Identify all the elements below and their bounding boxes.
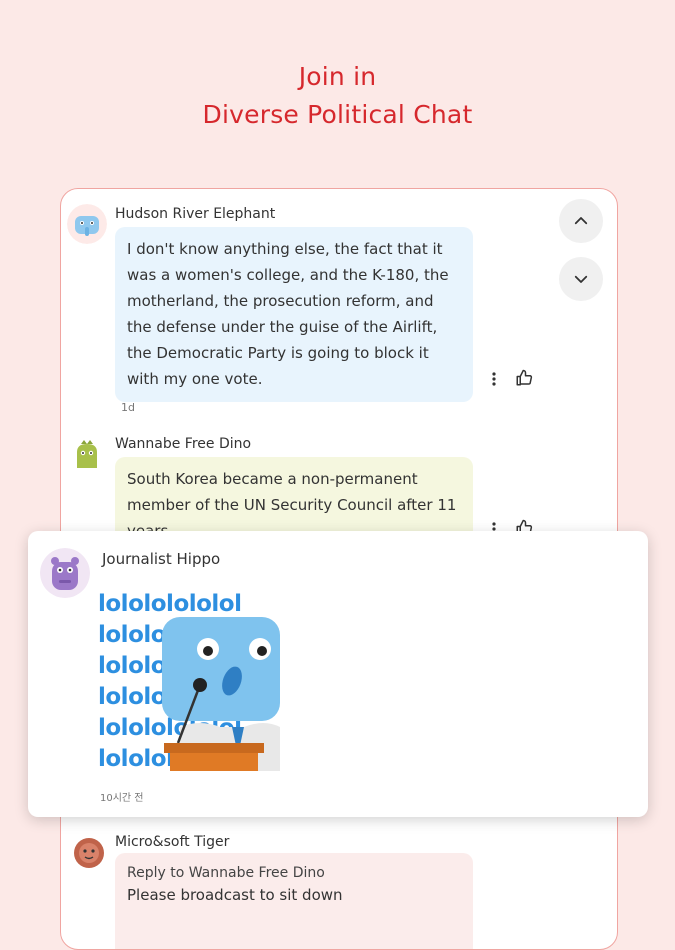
message-time: 1d	[121, 401, 135, 414]
message-username: Hudson River Elephant	[115, 206, 276, 222]
thumbs-up-icon[interactable]	[513, 367, 535, 389]
message-username: Micro&soft Tiger	[115, 834, 230, 850]
reply-text: Please broadcast to sit down	[127, 886, 343, 904]
reply-label: Reply to Wannabe Free Dino	[127, 865, 325, 881]
more-vertical-icon[interactable]	[487, 370, 501, 388]
chevron-down-icon	[574, 275, 588, 283]
elephant-avatar[interactable]	[67, 204, 107, 244]
featured-message-card[interactable]: Journalist Hippo lolololololol lolololol…	[28, 531, 648, 817]
headline-line1: Join in	[298, 62, 377, 91]
sticker-image[interactable]: lolololololol lolololololol lolololololo…	[98, 589, 282, 771]
hippo-avatar[interactable]	[40, 548, 90, 598]
chevron-up-icon	[574, 217, 588, 225]
headline-line2: Diverse Political Chat	[202, 100, 473, 129]
message-bubble: I don't know anything else, the fact tha…	[115, 227, 473, 402]
message-username: Wannabe Free Dino	[115, 436, 252, 452]
popup-username: Journalist Hippo	[102, 550, 221, 568]
dino-avatar[interactable]	[67, 434, 107, 474]
popup-time: 10시간 전	[100, 793, 144, 804]
scroll-down-button[interactable]	[559, 257, 603, 301]
scroll-up-button[interactable]	[559, 199, 603, 243]
tiger-avatar[interactable]	[69, 832, 109, 872]
elephant-reporter-illustration	[162, 617, 280, 771]
message-bubble: Reply to Wannabe Free Dino Please broadc…	[115, 853, 473, 949]
